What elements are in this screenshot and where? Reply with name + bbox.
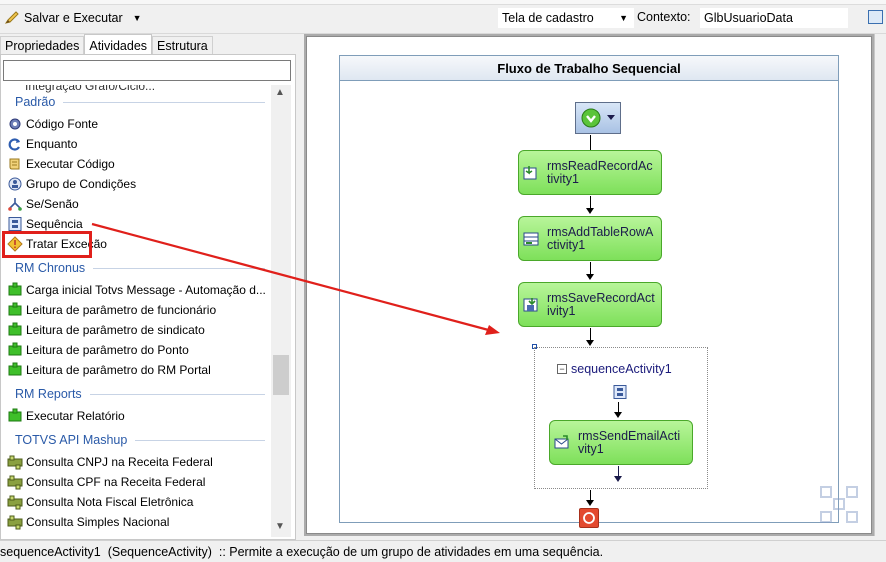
- sequence-icon: [7, 216, 23, 232]
- toolbox-list: Integração Grafo/Ciclo... Padrão Código …: [3, 85, 271, 537]
- context-label: Contexto:: [637, 10, 691, 24]
- read-record-icon: [523, 165, 539, 181]
- connector: [590, 490, 591, 500]
- green-activity-icon: [7, 342, 23, 358]
- branch-icon: [7, 196, 23, 212]
- activity-read-record[interactable]: rmsReadRecordAc tivity1: [518, 150, 662, 195]
- activity-save-record[interactable]: rmsSaveRecordAct ivity1: [518, 282, 662, 327]
- table-row-icon: [523, 231, 539, 247]
- workflow-designer: Fluxo de Trabalho Sequencial rmsReadReco…: [304, 34, 874, 536]
- top-toolbar: Salvar e Executar ▼ Tela de cadastro ▼ C…: [0, 0, 886, 34]
- status-text: sequenceActivity1 (SequenceActivity) :: …: [0, 544, 604, 559]
- connector-arrow: [614, 412, 622, 418]
- designer-canvas[interactable]: Fluxo de Trabalho Sequencial rmsReadReco…: [306, 36, 872, 534]
- green-activity-icon: [7, 282, 23, 298]
- right-toolbar-strip: [874, 34, 886, 536]
- start-node[interactable]: [575, 102, 621, 134]
- group-header-rm-chronus[interactable]: RM Chronus: [15, 261, 265, 275]
- connector: [618, 402, 619, 412]
- chevron-down-icon[interactable]: ▼: [619, 13, 628, 23]
- connector: [590, 135, 591, 150]
- workflow-watermark-icon: [820, 486, 858, 523]
- list-item-mashup-2[interactable]: Consulta CPF na Receita Federal: [7, 473, 205, 491]
- mashup-icon: [7, 454, 23, 470]
- status-bar: sequenceActivity1 (SequenceActivity) :: …: [0, 540, 886, 562]
- sequence-icon: [612, 384, 628, 400]
- connector-arrow: [586, 274, 594, 280]
- stop-icon: [583, 512, 595, 524]
- scroll-thumb[interactable]: [273, 355, 289, 395]
- condition-group-icon: [7, 176, 23, 192]
- panel-tabs: Propriedades Atividades Estrutura: [0, 34, 213, 56]
- sequence-label: sequenceActivity1: [571, 362, 672, 376]
- list-item-chronus-2[interactable]: Leitura de parâmetro de funcionário: [7, 301, 216, 319]
- form-select-value: Tela de cadastro: [502, 11, 594, 25]
- scroll-down-icon[interactable]: ▼: [275, 521, 285, 532]
- chevron-down-icon[interactable]: ▼: [133, 13, 142, 23]
- green-activity-icon: [7, 302, 23, 318]
- loop-icon: [7, 136, 23, 152]
- sequence-header[interactable]: − sequenceActivity1: [557, 362, 672, 376]
- green-activity-icon: [7, 362, 23, 378]
- group-header-rm-reports[interactable]: RM Reports: [15, 387, 265, 401]
- list-item-chronus-5[interactable]: Leitura de parâmetro do RM Portal: [7, 361, 211, 379]
- list-item-executar-relatorio[interactable]: Executar Relatório: [7, 407, 125, 425]
- tab-atividades[interactable]: Atividades: [84, 34, 153, 56]
- toolbar-stripe: [0, 0, 886, 5]
- window-icon[interactable]: [868, 10, 883, 24]
- connector-arrow: [586, 208, 594, 214]
- mashup-icon: [7, 514, 23, 530]
- save-and-run-label: Salvar e Executar: [24, 11, 123, 25]
- list-item-chronus-3[interactable]: Leitura de parâmetro de sindicato: [7, 321, 205, 339]
- mashup-icon: [7, 494, 23, 510]
- context-value: GlbUsuarioData: [704, 11, 793, 25]
- sequence-activity-container[interactable]: − sequenceActivity1 rmsSendEmailActi vit…: [534, 347, 708, 489]
- connector: [590, 196, 591, 208]
- list-item-grupo-condicoes[interactable]: Grupo de Condições: [7, 175, 136, 193]
- mashup-icon: [7, 474, 23, 490]
- gear-icon: [7, 116, 23, 132]
- scroll-icon: [7, 156, 23, 172]
- workflow-title: Fluxo de Trabalho Sequencial: [340, 56, 838, 81]
- group-header-totvs-mashup[interactable]: TOTVS API Mashup: [15, 433, 265, 447]
- context-field[interactable]: GlbUsuarioData: [700, 8, 848, 28]
- collapse-icon[interactable]: −: [557, 364, 567, 374]
- toolbox-body: Integração Grafo/Ciclo... Padrão Código …: [0, 54, 296, 540]
- send-email-icon: [554, 434, 570, 451]
- sequencia-highlight-box: [2, 231, 92, 258]
- start-arrow-icon: [581, 108, 615, 128]
- connector-arrow: [586, 500, 594, 506]
- list-item-mashup-1[interactable]: Consulta CNPJ na Receita Federal: [7, 453, 213, 471]
- stop-node[interactable]: [579, 508, 599, 528]
- connector: [590, 262, 591, 274]
- connector: [590, 328, 591, 340]
- list-item-mashup-3[interactable]: Consulta Nota Fiscal Eletrônica: [7, 493, 193, 511]
- group-header-padrao[interactable]: Padrão: [15, 95, 265, 109]
- tab-estrutura[interactable]: Estrutura: [152, 36, 213, 56]
- list-item-enquanto[interactable]: Enquanto: [7, 135, 77, 153]
- form-select[interactable]: Tela de cadastro ▼: [498, 8, 634, 28]
- activity-add-table-row[interactable]: rmsAddTableRowA ctivity1: [518, 216, 662, 261]
- activity-send-email[interactable]: rmsSendEmailActi vity1: [549, 420, 693, 465]
- save-record-icon: [523, 297, 539, 313]
- list-item-chronus-4[interactable]: Leitura de parâmetro do Ponto: [7, 341, 189, 359]
- list-item-codigo-fonte[interactable]: Código Fonte: [7, 115, 98, 133]
- pencil-icon: [4, 10, 20, 26]
- connector-arrow: [614, 476, 622, 482]
- list-item-se-senao[interactable]: Se/Senão: [7, 195, 79, 213]
- tab-propriedades[interactable]: Propriedades: [0, 36, 85, 56]
- toolbox-scrollbar[interactable]: ▲ ▼: [271, 85, 291, 537]
- connector-arrow: [586, 340, 594, 346]
- save-and-run-button[interactable]: Salvar e Executar ▼: [4, 8, 142, 28]
- list-item-partial[interactable]: Integração Grafo/Ciclo...: [25, 85, 155, 93]
- sequential-workflow[interactable]: Fluxo de Trabalho Sequencial rmsReadReco…: [339, 55, 839, 528]
- green-activity-icon: [7, 322, 23, 338]
- list-item-executar-codigo[interactable]: Executar Código: [7, 155, 115, 173]
- scroll-up-icon[interactable]: ▲: [275, 87, 285, 98]
- toolbox-panel: Propriedades Atividades Estrutura Integr…: [0, 34, 296, 540]
- green-activity-icon: [7, 408, 23, 424]
- toolbox-search-input[interactable]: [3, 60, 291, 81]
- list-item-chronus-1[interactable]: Carga inicial Totvs Message - Automação …: [7, 281, 266, 299]
- list-item-mashup-4[interactable]: Consulta Simples Nacional: [7, 513, 169, 531]
